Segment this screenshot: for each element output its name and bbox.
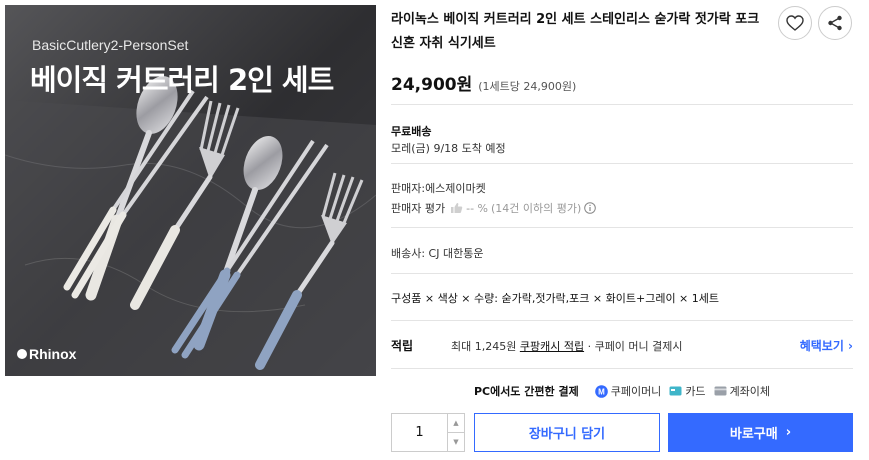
quantity-decrease-button[interactable]: ▼ [448,433,464,451]
heart-icon [786,15,804,31]
chevron-down-icon: ▼ [453,438,459,446]
bank-transfer-icon [714,386,727,396]
image-title: 베이직 커트러리 2인 세트 [30,63,334,97]
add-to-cart-label: 장바구니 담기 [528,427,606,442]
payment-method-label: 카드 [685,385,706,398]
price-row: 24,900원 (1세트당 24,900원) [391,70,576,95]
seller-rating-label: 판매자 평가 [391,202,446,215]
reward-amount: 최대 1,245원 [451,340,517,353]
payment-title: PC에서도 간편한 결제 [473,385,579,398]
shipping-label: 무료배송 [391,125,432,138]
reward-desc: 최대 1,245원 쿠팡캐시 적립 · 쿠페이 머니 결제시 [451,338,683,354]
svg-text:M: M [598,387,605,396]
seller-rating-value: -- % [466,201,488,215]
quantity-increase-button[interactable]: ▲ [448,414,464,433]
payment-coupay-money: M 쿠페이머니 [594,383,662,399]
reward-suffix: · 쿠페이 머니 결제시 [587,340,683,353]
divider [391,163,853,164]
share-button[interactable] [818,6,852,40]
delivery-eta: 모레(금) 9/18 도착 예정 [391,142,506,155]
divider [391,273,853,274]
carrier-info: 배송사: CJ 대한통운 [391,247,484,260]
seller-rating: 판매자 평가 -- % (14건 이하의 평가) [391,200,597,216]
seller-name: 판매자:에스제이마켓 [391,182,486,195]
add-to-cart-button[interactable]: 장바구니 담기 [474,413,660,452]
buy-now-button[interactable]: 바로구매 › [668,413,853,452]
payment-card: 카드 [669,383,706,399]
reward-label: 적립 [391,339,414,353]
wishlist-button[interactable] [778,6,812,40]
reward-row: 적립 최대 1,245원 쿠팡캐시 적립 · 쿠페이 머니 결제시 혜택보기 › [391,337,853,355]
payment-method-label: 쿠페이머니 [610,385,662,398]
seller-rating-note: (14건 이하의 평가) [491,202,582,215]
divider [391,104,853,105]
quantity-stepper: ▲ ▼ [391,413,465,452]
payment-method-label: 계좌이체 [729,385,771,398]
divider [391,320,853,321]
payment-bank-transfer: 계좌이체 [714,383,770,399]
divider [391,227,853,228]
quantity-input[interactable] [392,414,448,451]
coupay-money-icon: M [594,384,608,398]
coupang-cash-link[interactable]: 쿠팡캐시 적립 [520,340,584,353]
thumbs-up-icon [451,203,463,213]
payment-methods: PC에서도 간편한 결제 M 쿠페이머니 카드 계좌이체 [391,383,853,399]
divider [391,368,853,369]
card-icon [669,386,682,396]
share-icon [828,15,842,31]
chevron-right-icon: › [785,425,792,440]
buy-now-label: 바로구매 [729,427,778,442]
option-summary: 구성품 × 색상 × 수량: 숟가락,젓가락,포크 × 화이트+그레이 × 1세… [391,292,720,305]
price: 24,900원 [391,75,473,95]
view-benefits-link[interactable]: 혜택보기 › [800,337,853,354]
product-image: BasicCutlery2-PersonSet 베이직 커트러리 2인 세트 R… [5,5,376,376]
unit-price: (1세트당 24,900원) [478,80,577,93]
info-icon[interactable] [584,202,597,214]
image-subtitle: BasicCutlery2-PersonSet [32,37,189,53]
brand-logo: Rhinox [29,346,77,362]
chevron-up-icon: ▲ [453,419,459,427]
product-title: 라이녹스 베이직 커트러리 2인 세트 스테인리스 숟가락 젓가락 포크 신혼 … [391,12,760,51]
